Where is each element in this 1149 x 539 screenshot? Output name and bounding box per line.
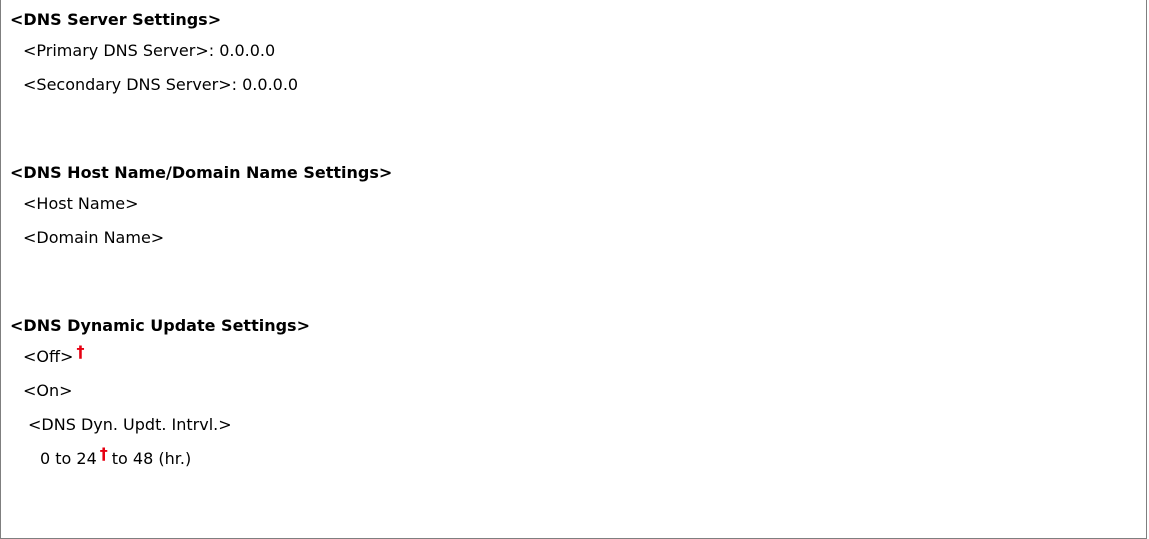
secondary-dns-server-label: <Secondary DNS Server>	[23, 75, 232, 94]
dynamic-update-off-option: <Off> †	[10, 342, 1139, 367]
default-value-dagger-icon: †	[99, 444, 108, 463]
dns-dyn-updt-intrvl-label: <DNS Dyn. Updt. Intrvl.>	[28, 415, 232, 434]
dns-host-domain-settings-section: <DNS Host Name/Domain Name Settings> <Ho…	[10, 163, 1139, 248]
dns-server-settings-heading: <DNS Server Settings>	[10, 10, 222, 29]
off-option-label: <Off>	[23, 347, 74, 366]
secondary-dns-server-row: <Secondary DNS Server>: 0.0.0.0	[10, 75, 1139, 95]
update-interval-range: 0 to 24 † to 48 (hr.)	[10, 444, 1139, 469]
primary-dns-server-row: <Primary DNS Server>: 0.0.0.0	[10, 41, 1139, 61]
dns-dynamic-update-settings-heading: <DNS Dynamic Update Settings>	[10, 316, 310, 335]
secondary-dns-server-value: : 0.0.0.0	[231, 75, 299, 94]
dns-host-domain-settings-heading: <DNS Host Name/Domain Name Settings>	[10, 163, 393, 182]
domain-name-option: <Domain Name>	[23, 228, 165, 247]
dns-server-settings-section: <DNS Server Settings> <Primary DNS Serve…	[10, 10, 1139, 95]
interval-range-start: 0 to 24	[40, 449, 97, 468]
host-name-option: <Host Name>	[23, 194, 139, 213]
dns-dynamic-update-settings-section: <DNS Dynamic Update Settings> <Off> † <On…	[10, 316, 1139, 469]
primary-dns-server-value: : 0.0.0.0	[208, 41, 276, 60]
interval-range-end: to 48 (hr.)	[111, 449, 192, 468]
dynamic-update-on-option: <On>	[23, 381, 73, 400]
default-setting-dagger-icon: †	[76, 342, 85, 361]
primary-dns-server-label: <Primary DNS Server>	[23, 41, 209, 60]
